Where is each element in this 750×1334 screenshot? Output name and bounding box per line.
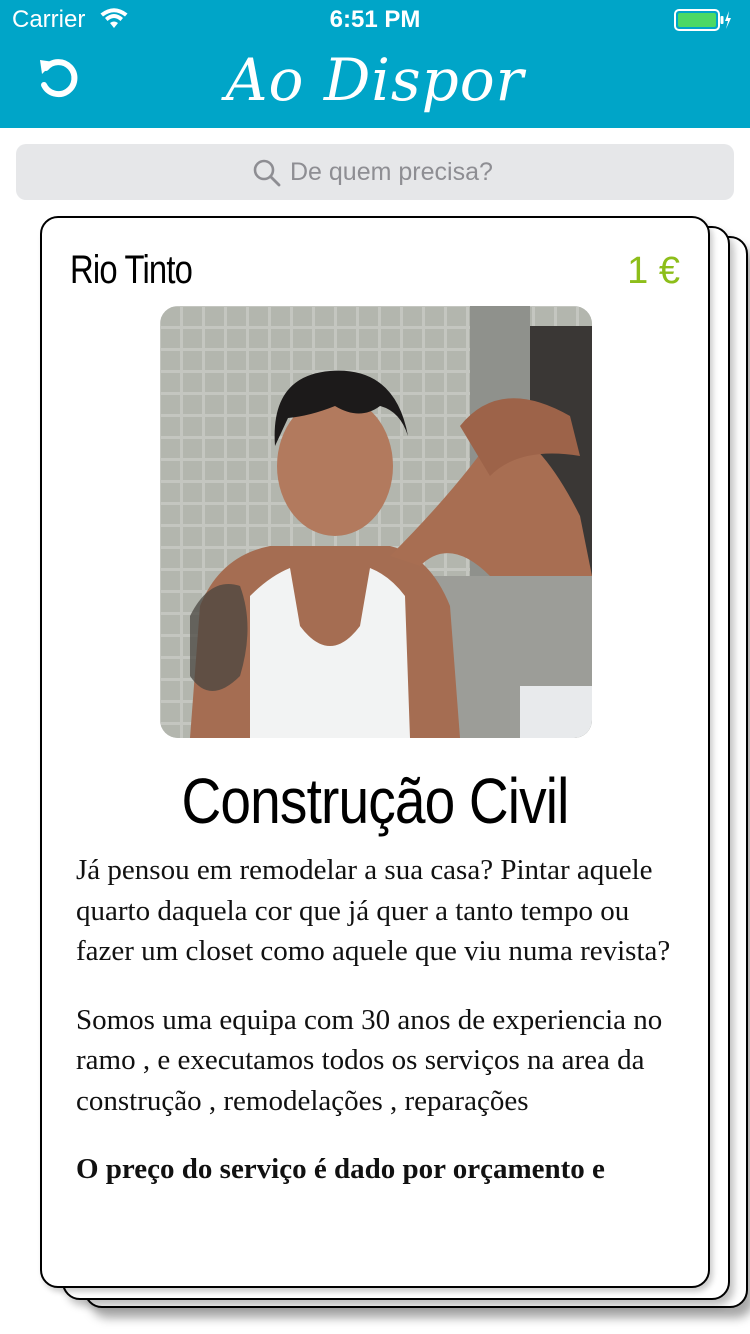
app-title: Ao Dispor — [225, 46, 525, 114]
service-title: Construção Civil — [181, 765, 570, 837]
service-card[interactable]: Rio Tinto 1 € Construção Civil Já pensou… — [40, 216, 710, 1288]
header-bar: Carrier 6:51 PM Ao Dispor — [0, 0, 750, 128]
card-price: 1 € — [627, 250, 680, 292]
card-location: Rio Tinto — [70, 248, 193, 292]
description-paragraph: Somos uma equipa com 30 anos de experien… — [76, 1003, 663, 1117]
description-paragraph-bold: O preço do serviço é dado por orçamento … — [76, 1153, 605, 1185]
search-bar[interactable] — [16, 144, 734, 200]
battery-icon — [674, 9, 731, 31]
search-input[interactable] — [290, 152, 690, 192]
description-paragraph: Já pensou em remodelar a sua casa? Pinta… — [76, 854, 671, 967]
status-bar: Carrier 6:51 PM — [0, 0, 750, 40]
provider-photo — [160, 306, 592, 738]
status-time: 6:51 PM — [329, 6, 421, 33]
search-icon — [253, 159, 281, 187]
service-description: Já pensou em remodelar a sua casa? Pinta… — [76, 850, 686, 1218]
app-screen: Carrier 6:51 PM Ao Dispor De quem precis… — [0, 0, 750, 1334]
